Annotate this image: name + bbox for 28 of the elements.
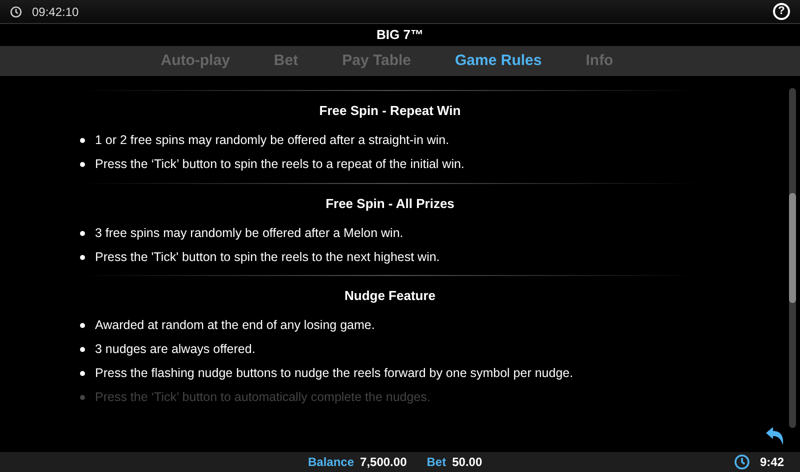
rule-text: Press the ‘Tick’ button to spin the reels to a repeat of the initial win. [95, 156, 464, 174]
rule-text: 3 nudges are always offered. [95, 341, 256, 358]
tab[interactable]: Pay Table [342, 50, 412, 72]
tab[interactable]: Info [586, 50, 614, 72]
tab[interactable]: Auto-play [160, 50, 230, 72]
balance-label: Balance [308, 454, 354, 471]
balance-value: 7,500.00 [360, 454, 407, 471]
help-button[interactable]: ? [773, 3, 790, 20]
clock-icon [10, 6, 22, 18]
rule-text: 3 free spins may randomly be offered after a Melon win. [95, 224, 404, 242]
section-heading: Nudge Feature [343, 287, 436, 305]
rule-text: Press the ‘Tick’ button to automatically complete the nudges. [95, 389, 430, 406]
clock-icon [734, 454, 750, 470]
tab[interactable]: Bet [274, 50, 298, 72]
section-heading: Free Spin - Repeat Win [318, 102, 462, 120]
clock-time: 9:42 [760, 454, 784, 471]
rule-text: 1 or 2 free spins may randomly be offered after a straight-in win. [95, 132, 450, 150]
bet-value: 50.00 [452, 454, 482, 471]
rule-text: Press the flashing nudge buttons to nudge the reels forward by one symbol per nudge. [95, 365, 574, 382]
game-title: BIG 7™ [376, 26, 424, 44]
scrollbar-thumb[interactable] [789, 193, 796, 303]
bet-label: Bet [426, 454, 446, 471]
rule-text: Awarded at random at the end of any losing game. [95, 317, 375, 334]
rule-text: Press the 'Tick' button to spin the reels to the next highest win. [95, 248, 440, 266]
section-heading: Free Spin - All Prizes [324, 194, 456, 213]
clock-time: 09:42:10 [32, 4, 79, 20]
tab[interactable]: Game Rules [455, 50, 542, 72]
back-arrow-icon[interactable] [764, 426, 786, 446]
